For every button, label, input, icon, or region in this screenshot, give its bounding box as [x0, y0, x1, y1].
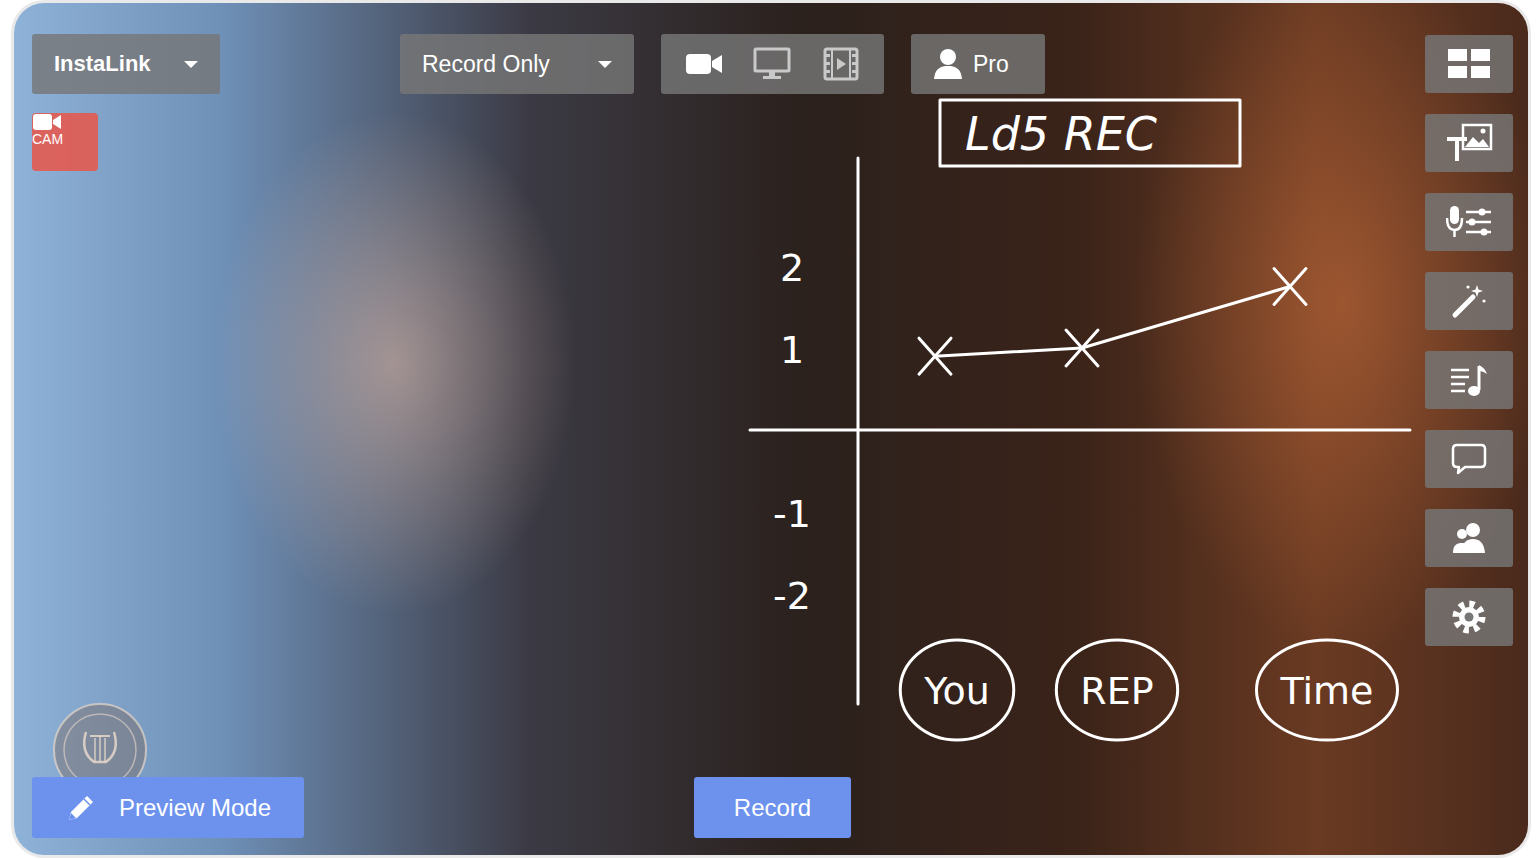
chart-x-label: Time	[1280, 669, 1374, 713]
gear-icon	[1451, 599, 1487, 635]
chart-point	[919, 338, 951, 374]
chart-y-tick: -1	[773, 492, 811, 536]
pencil-icon	[65, 792, 97, 824]
video-camera-icon	[685, 51, 723, 77]
view-mode-group	[661, 34, 884, 94]
source-label: InstaLink	[54, 51, 151, 77]
guests-button[interactable]	[1425, 509, 1513, 567]
preview-mode-button[interactable]: Preview Mode	[32, 777, 304, 838]
mode-dropdown[interactable]: Record Only	[400, 34, 634, 94]
monitor-icon	[753, 47, 791, 81]
preview-mode-label: Preview Mode	[119, 794, 271, 822]
record-label: Record	[734, 794, 811, 822]
text-and-image-icon	[1445, 123, 1493, 163]
camera-badge[interactable]: CAM	[32, 113, 98, 171]
annotation-box	[940, 100, 1240, 166]
audio-mixer-button[interactable]	[1425, 193, 1513, 251]
chart-x-label-circle	[1056, 640, 1177, 740]
chart-x-axis	[750, 429, 1410, 432]
account-label: Pro	[973, 51, 1009, 78]
text-image-button[interactable]	[1425, 114, 1513, 172]
chart-point	[1274, 269, 1306, 305]
video-camera-icon	[32, 113, 62, 131]
chart-x-label: REP	[1080, 669, 1153, 713]
magic-wand-icon	[1451, 283, 1487, 319]
settings-button[interactable]	[1425, 588, 1513, 646]
camera-badge-label: CAM	[32, 131, 63, 147]
person-icon	[933, 48, 963, 80]
chart-point	[1066, 330, 1098, 366]
music-button[interactable]	[1425, 351, 1513, 409]
chart-y-tick: -2	[773, 574, 811, 618]
layout-button[interactable]	[1425, 35, 1513, 93]
source-dropdown[interactable]: InstaLink	[32, 34, 220, 94]
annotation-title: Ld5 REC	[965, 107, 1157, 161]
video-feed: Ld5 REC 2 1 -1 -2 You REP Time InstaLink Record O…	[14, 3, 1528, 855]
tool-sidebar	[1425, 35, 1513, 646]
people-icon	[1451, 522, 1487, 554]
film-strip-icon	[823, 47, 859, 81]
record-button[interactable]: Record	[694, 777, 851, 838]
mode-label: Record Only	[422, 51, 550, 78]
chart-series-line	[935, 287, 1290, 357]
chart-y-tick: 1	[780, 328, 804, 372]
microphone-sliders-icon	[1446, 204, 1492, 240]
dropdown-caret-icon	[598, 61, 612, 68]
annotation-layer: Ld5 REC 2 1 -1 -2 You REP Time	[14, 3, 1528, 855]
speech-bubble-icon	[1451, 442, 1487, 476]
effects-button[interactable]	[1425, 272, 1513, 330]
view-mode-button[interactable]	[751, 44, 793, 84]
account-button[interactable]: Pro	[911, 34, 1045, 94]
chart-x-label-circle	[1257, 640, 1398, 740]
view-mode-button[interactable]	[820, 44, 862, 84]
view-mode-button[interactable]	[683, 44, 725, 84]
chart-x-label-circle	[900, 640, 1014, 740]
music-playlist-icon	[1449, 362, 1489, 398]
chart-x-label: You	[923, 669, 990, 713]
grid-layout-icon	[1448, 49, 1490, 79]
comments-button[interactable]	[1425, 430, 1513, 488]
chart-y-tick: 2	[780, 246, 804, 290]
dropdown-caret-icon	[184, 61, 198, 68]
